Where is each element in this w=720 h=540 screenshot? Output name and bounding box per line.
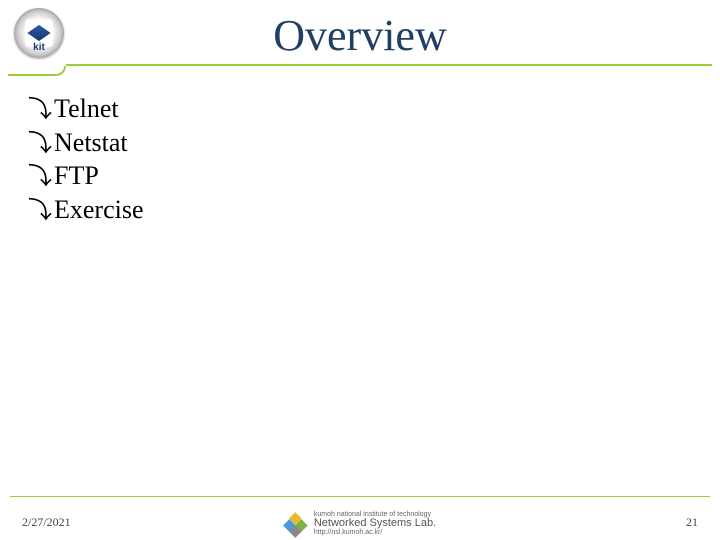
list-item-label: FTP <box>54 159 99 192</box>
list-item-label: Netstat <box>54 126 128 159</box>
footer-page-number: 21 <box>686 515 698 530</box>
footer-url: http://nsl.kumoh.ac.kr/ <box>314 529 436 536</box>
footer: 2/27/2021 kumoh national institute of te… <box>0 496 720 540</box>
list-item-label: Telnet <box>54 92 119 125</box>
lab-logo-icon <box>284 512 308 536</box>
footer-lab-text: kumoh national institute of technology N… <box>314 511 436 536</box>
bullet-icon: ⤵ <box>28 95 52 126</box>
list-item: ⤵ FTP <box>28 159 692 193</box>
footer-divider <box>10 496 710 497</box>
bullet-icon: ⤵ <box>28 196 52 227</box>
list-item: ⤵ Exercise <box>28 193 692 227</box>
footer-center: kumoh national institute of technology N… <box>284 511 436 536</box>
list-item: ⤵ Netstat <box>28 126 692 160</box>
footer-lab-name: Networked Systems Lab. <box>314 518 436 529</box>
page-title: Overview <box>0 10 720 61</box>
list-item-label: Exercise <box>54 193 144 226</box>
bullet-icon: ⤵ <box>28 162 52 193</box>
content-area: ⤵ Telnet ⤵ Netstat ⤵ FTP ⤵ Exercise <box>28 92 692 227</box>
list-item: ⤵ Telnet <box>28 92 692 126</box>
footer-date: 2/27/2021 <box>22 515 71 530</box>
header: kit Overview <box>0 0 720 82</box>
slide: kit Overview ⤵ Telnet ⤵ Netstat ⤵ FTP ⤵ … <box>0 0 720 540</box>
title-underline <box>0 64 720 80</box>
bullet-icon: ⤵ <box>28 129 52 160</box>
